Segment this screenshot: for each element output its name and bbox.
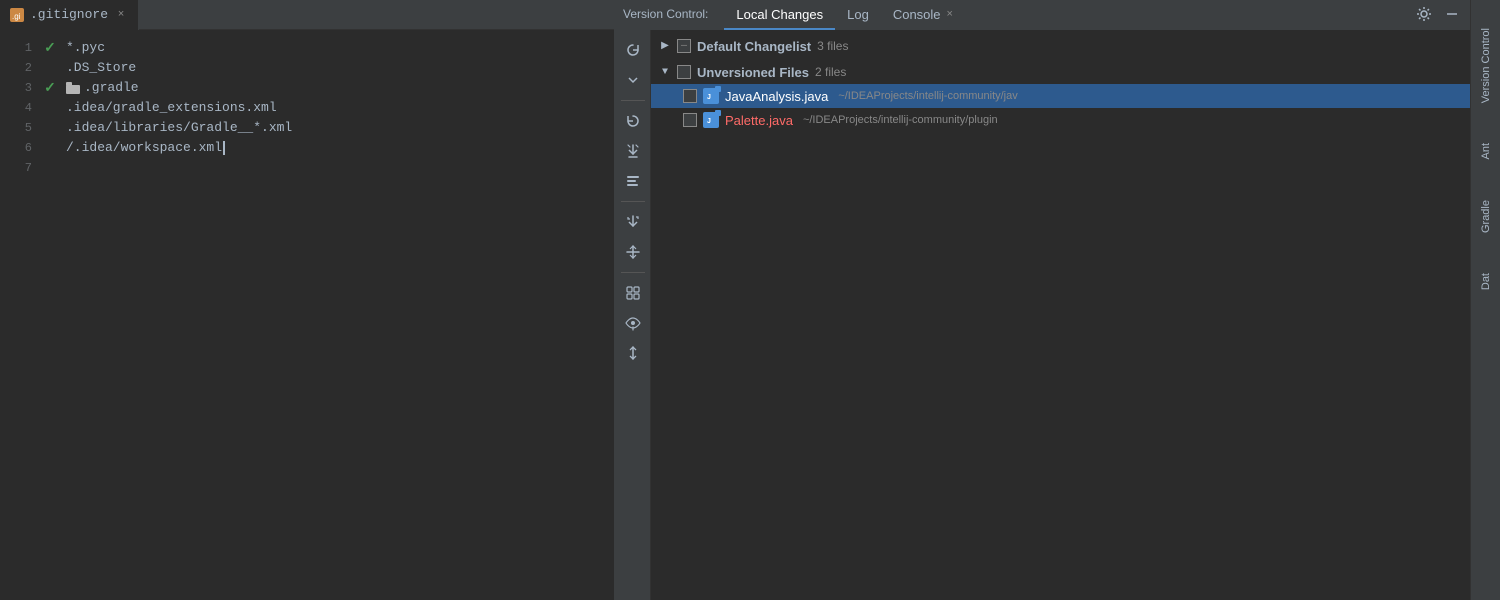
tab-console-close[interactable]: × — [947, 8, 953, 20]
tab-log[interactable]: Log — [835, 0, 881, 29]
folder-icon — [66, 82, 80, 94]
tree-checkbox-palette[interactable] — [683, 113, 697, 127]
gutter: ✓ ✓ — [40, 30, 60, 600]
svg-text:J: J — [707, 94, 711, 101]
editor-tab-gitignore[interactable]: .gi .gitignore × — [0, 0, 139, 30]
vc-file-tree: ▶ — Default Changelist 3 files ▼ Unversi… — [651, 30, 1470, 600]
gutter-cell-5 — [40, 118, 60, 138]
default-changelist-name: Default Changelist — [697, 39, 811, 54]
toolbar-sep-3 — [621, 272, 645, 273]
revert-button[interactable] — [619, 107, 647, 135]
shelve-button[interactable] — [619, 137, 647, 165]
editor-tab-close[interactable]: × — [114, 8, 128, 22]
tree-group-unversioned: ▼ Unversioned Files 2 files J JavaAnalys… — [651, 60, 1470, 132]
java-file-icon-palette: J — [703, 112, 719, 128]
code-line-7 — [60, 158, 614, 178]
editor-content: 1 2 3 4 5 6 7 ✓ ✓ *.pyc — [0, 30, 614, 600]
tab-log-label: Log — [847, 7, 869, 22]
toolbar-sep-1 — [621, 100, 645, 101]
sidebar-tab-ant[interactable]: Ant — [1471, 123, 1500, 180]
editor-tab-filename: .gitignore — [30, 7, 108, 22]
sidebar-tab-dat[interactable]: Dat — [1471, 253, 1500, 310]
tab-console[interactable]: Console × — [881, 0, 965, 29]
text-cursor — [223, 141, 225, 155]
check-icon-3: ✓ — [44, 80, 56, 97]
sidebar-tab-version-control[interactable]: Version Control — [1471, 8, 1500, 123]
show-button[interactable] — [619, 309, 647, 337]
code-line-2: .DS_Store — [60, 58, 614, 78]
sidebar-tab-dat-label: Dat — [1480, 273, 1492, 290]
code-area: *.pyc .DS_Store .gradle .idea/gradle_ext… — [60, 30, 614, 600]
move-button[interactable] — [619, 238, 647, 266]
code-line-6: /.idea/workspace.xml — [60, 138, 614, 158]
code-text-1: *.pyc — [66, 38, 105, 58]
vc-panel: Version Control: Local Changes Log Conso… — [615, 0, 1470, 600]
check-icon-1: ✓ — [44, 40, 56, 57]
javaanalysis-filepath: ~/IDEAProjects/intellij-community/jav — [838, 90, 1017, 102]
tab-local-changes-label: Local Changes — [736, 7, 823, 22]
gutter-cell-2 — [40, 58, 60, 78]
vc-toolbar — [615, 30, 651, 600]
vc-body: ▶ — Default Changelist 3 files ▼ Unversi… — [615, 30, 1470, 600]
tree-item-palette[interactable]: J Palette.java ~/IDEAProjects/intellij-c… — [651, 108, 1470, 132]
gutter-cell-7 — [40, 158, 60, 178]
layout-button[interactable] — [619, 279, 647, 307]
expand-button[interactable] — [619, 66, 647, 94]
tree-arrow-default: ▶ — [659, 40, 671, 52]
tree-arrow-unversioned: ▼ — [659, 66, 671, 78]
vc-panel-title: Version Control: — [623, 7, 708, 21]
code-line-3: .gradle — [60, 78, 614, 98]
toolbar-sep-2 — [621, 201, 645, 202]
gitignore-file-icon: .gi — [10, 8, 24, 22]
palette-filename: Palette.java — [725, 113, 793, 128]
tree-item-javaanalysis[interactable]: J JavaAnalysis.java ~/IDEAProjects/intel… — [651, 84, 1470, 108]
tree-checkbox-unversioned[interactable] — [677, 65, 691, 79]
default-changelist-count: 3 files — [817, 39, 848, 53]
editor-panel: .gi .gitignore × 1 2 3 4 5 6 7 ✓ ✓ — [0, 0, 615, 600]
code-text-4: .idea/gradle_extensions.xml — [66, 98, 277, 118]
code-text-5: .idea/libraries/Gradle__*.xml — [66, 118, 292, 138]
tab-local-changes[interactable]: Local Changes — [724, 0, 835, 30]
sidebar-tab-gradle[interactable]: Gradle — [1471, 180, 1500, 253]
editor-tab-bar: .gi .gitignore × — [0, 0, 614, 30]
code-line-5: .idea/libraries/Gradle__*.xml — [60, 118, 614, 138]
line-numbers: 1 2 3 4 5 6 7 — [0, 30, 40, 600]
tree-group-header-unversioned[interactable]: ▼ Unversioned Files 2 files — [651, 60, 1470, 84]
update-button[interactable] — [619, 208, 647, 236]
gutter-cell-6 — [40, 138, 60, 158]
tab-console-label: Console — [893, 7, 941, 22]
code-line-4: .idea/gradle_extensions.xml — [60, 98, 614, 118]
tree-group-header-default-changelist[interactable]: ▶ — Default Changelist 3 files — [651, 34, 1470, 58]
minimize-icon[interactable] — [1442, 4, 1462, 24]
unversioned-group-name: Unversioned Files — [697, 65, 809, 80]
vc-header: Version Control: Local Changes Log Conso… — [615, 0, 1470, 30]
code-line-1: *.pyc — [60, 38, 614, 58]
java-file-icon-javaanalysis: J — [703, 88, 719, 104]
header-actions — [1414, 4, 1462, 24]
sort-button[interactable] — [619, 339, 647, 367]
diff-button[interactable] — [619, 167, 647, 195]
javaanalysis-filename: JavaAnalysis.java — [725, 89, 828, 104]
palette-filepath: ~/IDEAProjects/intellij-community/plugin — [803, 114, 998, 126]
tree-group-default-changelist: ▶ — Default Changelist 3 files — [651, 34, 1470, 58]
code-text-2: .DS_Store — [66, 58, 136, 78]
gutter-cell-1: ✓ — [40, 38, 60, 58]
unversioned-group-count: 2 files — [815, 65, 846, 79]
right-sidebar: Version Control Ant Gradle Dat — [1470, 0, 1500, 600]
refresh-button[interactable] — [619, 36, 647, 64]
sidebar-tab-gradle-label: Gradle — [1480, 200, 1492, 233]
gutter-cell-3: ✓ — [40, 78, 60, 98]
gutter-cell-4 — [40, 98, 60, 118]
sidebar-tab-vc-label: Version Control — [1480, 28, 1492, 103]
code-text-3: .gradle — [84, 78, 139, 98]
code-text-6: /.idea/workspace.xml — [66, 138, 222, 158]
svg-text:.gi: .gi — [12, 12, 21, 21]
tree-checkbox-javaanalysis[interactable] — [683, 89, 697, 103]
sidebar-tab-ant-label: Ant — [1480, 143, 1492, 160]
svg-text:J: J — [707, 118, 711, 125]
settings-icon[interactable] — [1414, 4, 1434, 24]
tree-checkbox-default[interactable]: — — [677, 39, 691, 53]
